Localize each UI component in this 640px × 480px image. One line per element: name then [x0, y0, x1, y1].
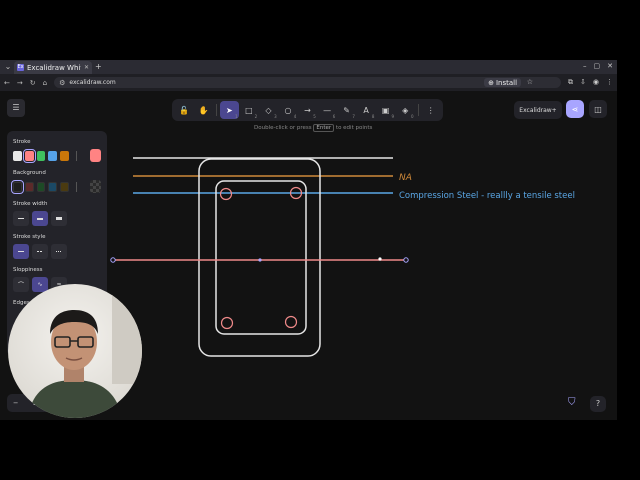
architect-icon: ⌒	[17, 282, 24, 289]
beam-outer-rect[interactable]	[198, 158, 321, 357]
stroke-color-row	[13, 148, 101, 163]
stroke-style-dotted[interactable]	[51, 244, 67, 259]
solid-line-icon	[18, 251, 24, 252]
stroke-style-solid[interactable]	[13, 244, 29, 259]
na-label[interactable]: NA	[399, 173, 412, 183]
background-swatch-1[interactable]	[24, 181, 34, 192]
swatch-divider	[75, 150, 77, 161]
artist-icon: ∿	[37, 281, 43, 288]
dotted-line-icon	[56, 251, 62, 252]
stroke-width-bold[interactable]	[32, 211, 48, 226]
background-swatch-4[interactable]	[60, 181, 70, 192]
stirrup-inner-rect[interactable]	[215, 180, 307, 335]
rebar-bottom-right[interactable]	[284, 315, 298, 329]
stroke-width-extra-bold[interactable]	[51, 211, 67, 226]
help-icon: ?	[595, 399, 601, 408]
background-swatch-0[interactable]	[11, 179, 24, 194]
background-swatch-3[interactable]	[48, 181, 58, 192]
stroke-width-thin[interactable]	[13, 211, 29, 226]
background-swatch-2[interactable]	[36, 181, 46, 192]
line-endpoint-handle-left[interactable]	[110, 257, 116, 263]
rebar-top-left[interactable]	[219, 187, 233, 201]
transparent-background-swatch[interactable]	[89, 180, 101, 193]
compression-steel-label[interactable]: Compression Steel - reallly a tensile st…	[399, 191, 575, 201]
sloppiness-label: Sloppiness	[13, 267, 43, 273]
bold-line-icon	[37, 217, 43, 220]
line-endpoint-handle-right[interactable]	[403, 257, 409, 263]
stroke-swatch-0[interactable]	[13, 150, 22, 161]
background-color-row	[11, 179, 101, 194]
zoom-out-button[interactable]: −	[13, 399, 18, 407]
current-stroke-color[interactable]	[89, 149, 101, 162]
sloppiness-architect[interactable]: ⌒	[13, 277, 29, 292]
stroke-style-label: Stroke style	[13, 234, 46, 240]
cursor-dot	[378, 257, 382, 261]
stroke-swatch-3[interactable]	[48, 150, 57, 161]
stroke-label: Stroke	[13, 139, 31, 145]
rebar-bottom-left[interactable]	[220, 316, 234, 330]
stroke-swatch-1[interactable]	[22, 148, 36, 163]
extra-bold-line-icon	[56, 217, 62, 220]
swatch-divider	[76, 181, 77, 192]
encryption-shield-icon[interactable]: ⛉	[568, 397, 582, 411]
dashed-line-icon	[37, 251, 43, 252]
stroke-swatch-2[interactable]	[36, 150, 46, 161]
thin-line-icon	[18, 218, 24, 219]
stroke-swatch-4[interactable]	[60, 150, 69, 161]
stroke-width-label: Stroke width	[13, 201, 48, 207]
stroke-style-dashed[interactable]	[32, 244, 48, 259]
presenter-avatar	[8, 284, 142, 418]
background-label: Background	[13, 170, 46, 176]
line-midpoint-handle[interactable]	[258, 258, 262, 262]
help-button[interactable]: ?	[590, 396, 606, 412]
webcam-overlay	[8, 284, 142, 418]
